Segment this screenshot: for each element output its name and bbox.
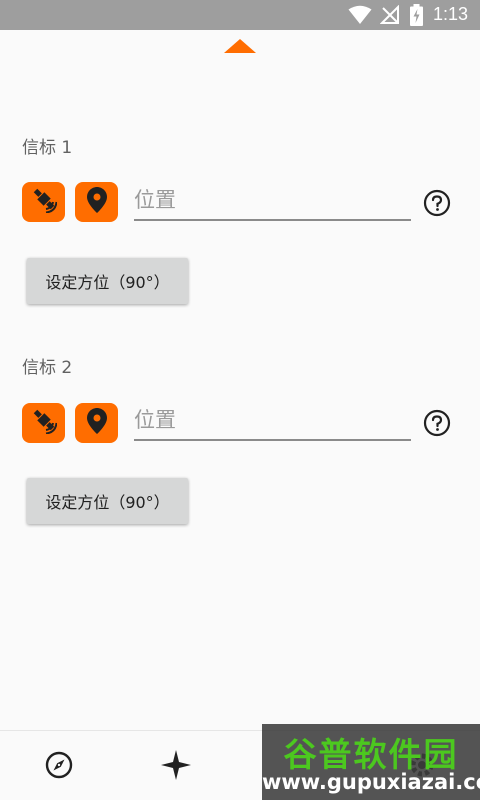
collapse-arrow-icon[interactable] — [224, 38, 256, 54]
beacon-title: 信标 1 — [22, 138, 73, 158]
use-gps-button[interactable] — [22, 182, 65, 222]
help-icon[interactable] — [423, 409, 451, 437]
location-input[interactable] — [134, 401, 411, 441]
set-bearing-button[interactable]: 设定方位（90°） — [27, 258, 188, 304]
satellite-icon — [31, 408, 57, 438]
pick-location-button[interactable] — [75, 182, 118, 222]
status-bar: 1:13 — [0, 0, 480, 30]
compass-icon[interactable] — [39, 745, 79, 785]
watermark-title: 谷普软件园 — [283, 735, 459, 774]
beacon-title: 信标 2 — [22, 358, 73, 378]
navigate-icon[interactable] — [156, 745, 196, 785]
location-input[interactable] — [134, 181, 411, 221]
use-gps-button[interactable] — [22, 403, 65, 443]
status-time: 1:13 — [432, 4, 468, 24]
battery-charging-icon — [410, 4, 423, 30]
no-sim-icon — [379, 4, 400, 29]
location-pin-icon — [86, 187, 107, 217]
wifi-icon — [348, 5, 372, 29]
satellite-icon — [31, 187, 57, 217]
help-icon[interactable] — [423, 189, 451, 217]
watermark-logo: 谷普软件园 www.gupuxiazai.com — [262, 724, 480, 800]
location-pin-icon — [86, 408, 107, 438]
pick-location-button[interactable] — [75, 403, 118, 443]
watermark-url: www.gupuxiazai.com — [262, 770, 480, 794]
set-bearing-button[interactable]: 设定方位（90°） — [27, 478, 188, 524]
